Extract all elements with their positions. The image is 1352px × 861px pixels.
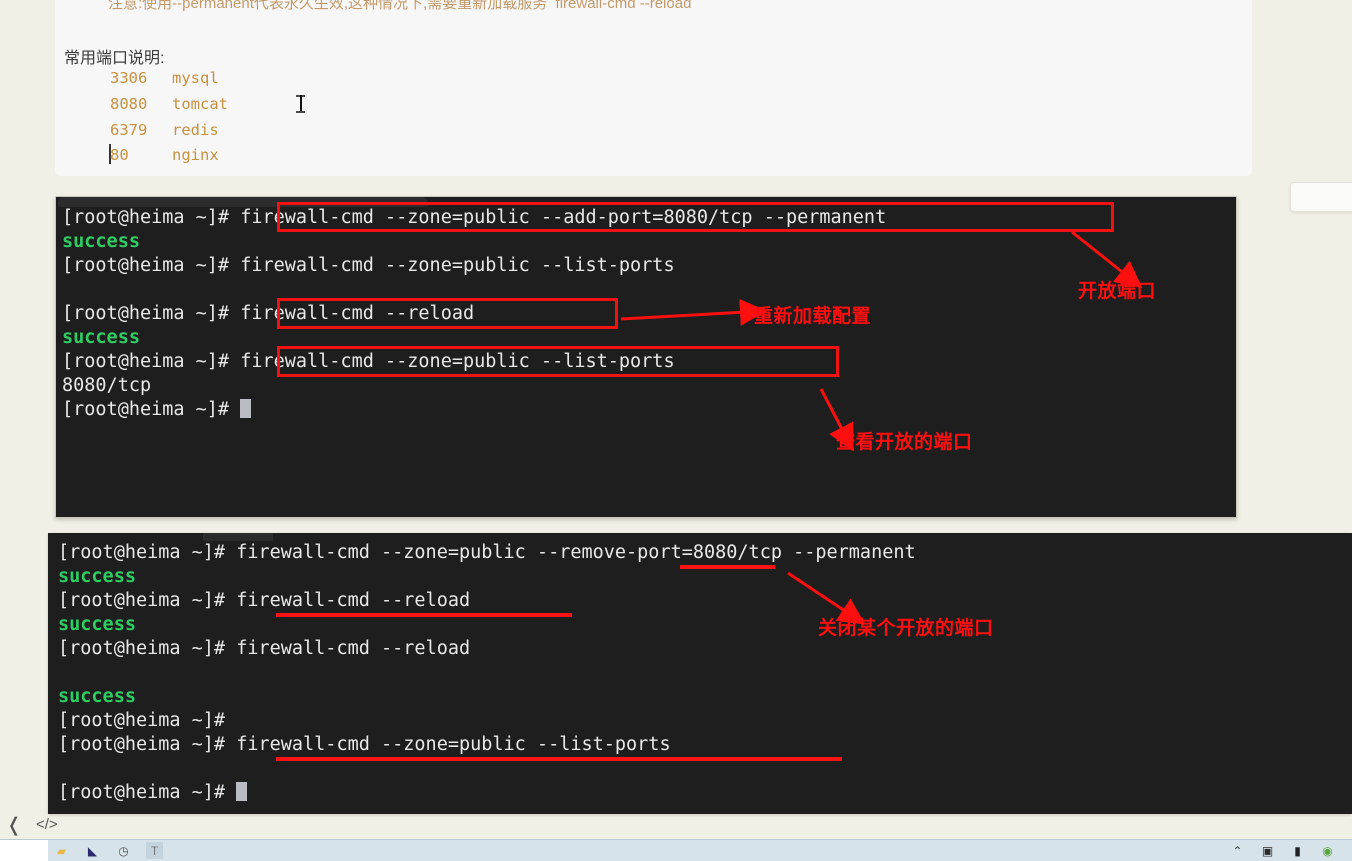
port-list: 3306 mysql 8080 tomcat 6379 redis 80 ngi… bbox=[110, 66, 228, 169]
list-item: 3306 mysql bbox=[110, 66, 228, 92]
terminal-prompt: [root@heima ~]# bbox=[62, 399, 241, 420]
port-service: tomcat bbox=[172, 94, 228, 113]
list-item: 6379 redis bbox=[110, 118, 228, 144]
port-number: 8080 bbox=[110, 94, 148, 113]
nav-code-icon[interactable]: </> bbox=[36, 816, 58, 833]
clock-icon[interactable]: ◷ bbox=[115, 842, 132, 859]
port-number: 80 bbox=[110, 146, 129, 165]
port-number: 6379 bbox=[110, 120, 148, 139]
underline-list-ports bbox=[276, 757, 842, 761]
doc-top-note: 注意:使用--permanent代表永久生效,这种情况下,需要重新加载服务 fi… bbox=[108, 0, 692, 12]
terminal-line: [root@heima ~]# firewall-cmd --zone=publ… bbox=[62, 351, 675, 372]
port-service: mysql bbox=[172, 69, 219, 87]
port-service: nginx bbox=[172, 146, 219, 165]
list-item: 80 nginx bbox=[110, 143, 228, 169]
terminal-line: success bbox=[58, 566, 136, 587]
terminal-line: success bbox=[58, 614, 136, 635]
annotation-label: 重新加载配置 bbox=[754, 306, 872, 327]
doc-heading: 常用端口说明: bbox=[64, 50, 165, 67]
terminal-cursor bbox=[236, 782, 248, 801]
underline-reload bbox=[276, 613, 572, 617]
terminal-cursor bbox=[240, 399, 252, 418]
annotation-label: 开放端口 bbox=[1078, 281, 1157, 302]
terminal-window-2[interactable]: [root@heima ~]# firewall-cmd --zone=publ… bbox=[48, 533, 1352, 814]
taskbar[interactable]: ◉ ▰ ◣ ◷ T ⌃ ▣ ▮ ◉ bbox=[0, 839, 1352, 861]
file-explorer-icon[interactable]: ▰ bbox=[53, 842, 70, 859]
terminal-line: success bbox=[62, 231, 140, 252]
text-caret bbox=[109, 144, 111, 164]
text-tool-icon[interactable]: T bbox=[146, 842, 163, 859]
terminal-line: 8080/tcp bbox=[62, 375, 152, 396]
terminal-line: [root@heima ~]# bbox=[58, 710, 226, 731]
film-icon[interactable]: ▣ bbox=[1259, 842, 1276, 859]
terminal-line: [root@heima ~]# firewall-cmd --zone=publ… bbox=[58, 542, 916, 563]
annotation-label: 关闭某个开放的端口 bbox=[818, 618, 994, 639]
terminal-line: [root@heima ~]# firewall-cmd --zone=publ… bbox=[58, 734, 671, 755]
terminal-window-1[interactable]: [root@heima ~]# firewall-cmd --zone=publ… bbox=[55, 196, 1237, 518]
media-player-icon[interactable]: ◣ bbox=[84, 842, 101, 859]
code-block[interactable] bbox=[55, 0, 1252, 176]
annotation-arrows-2 bbox=[787, 571, 866, 625]
terminal-line: [root@heima ~]# firewall-cmd --zone=publ… bbox=[62, 255, 675, 276]
terminal-line-with-cursor: [root@heima ~]# bbox=[62, 398, 252, 422]
terminal-tab-2[interactable] bbox=[203, 533, 273, 541]
port-service: redis bbox=[172, 120, 219, 139]
terminal-line: success bbox=[58, 686, 136, 707]
terminal-line-with-cursor: [root@heima ~]# bbox=[58, 781, 248, 805]
terminal-line: [root@heima ~]# firewall-cmd --zone=publ… bbox=[62, 207, 887, 228]
terminal-line: [root@heima ~]# firewall-cmd --reload bbox=[58, 590, 471, 611]
port-number: 3306 bbox=[110, 69, 148, 87]
terminal-line: success bbox=[62, 327, 140, 348]
underline-remove-port bbox=[680, 565, 775, 569]
list-item: 8080 tomcat bbox=[110, 92, 228, 118]
terminal-line: [root@heima ~]# firewall-cmd --reload bbox=[58, 638, 471, 659]
chevron-up-icon[interactable]: ⌃ bbox=[1229, 842, 1246, 859]
nav-back-icon[interactable]: ❬ bbox=[6, 814, 22, 837]
annotation-label: 查看开放的端口 bbox=[836, 432, 973, 453]
taskbar-start-area[interactable] bbox=[0, 840, 48, 861]
terminal-prompt: [root@heima ~]# bbox=[58, 782, 237, 803]
green-status-icon[interactable]: ◉ bbox=[1319, 842, 1336, 859]
taskbar-system-tray: ⌃ ▣ ▮ ◉ bbox=[1229, 842, 1352, 859]
terminal-line: [root@heima ~]# firewall-cmd --reload bbox=[62, 303, 475, 324]
screen-root: 注意:使用--permanent代表永久生效,这种情况下,需要重新加载服务 fi… bbox=[0, 0, 1352, 861]
floating-panel[interactable] bbox=[1290, 182, 1352, 212]
battery-icon[interactable]: ▮ bbox=[1289, 842, 1306, 859]
